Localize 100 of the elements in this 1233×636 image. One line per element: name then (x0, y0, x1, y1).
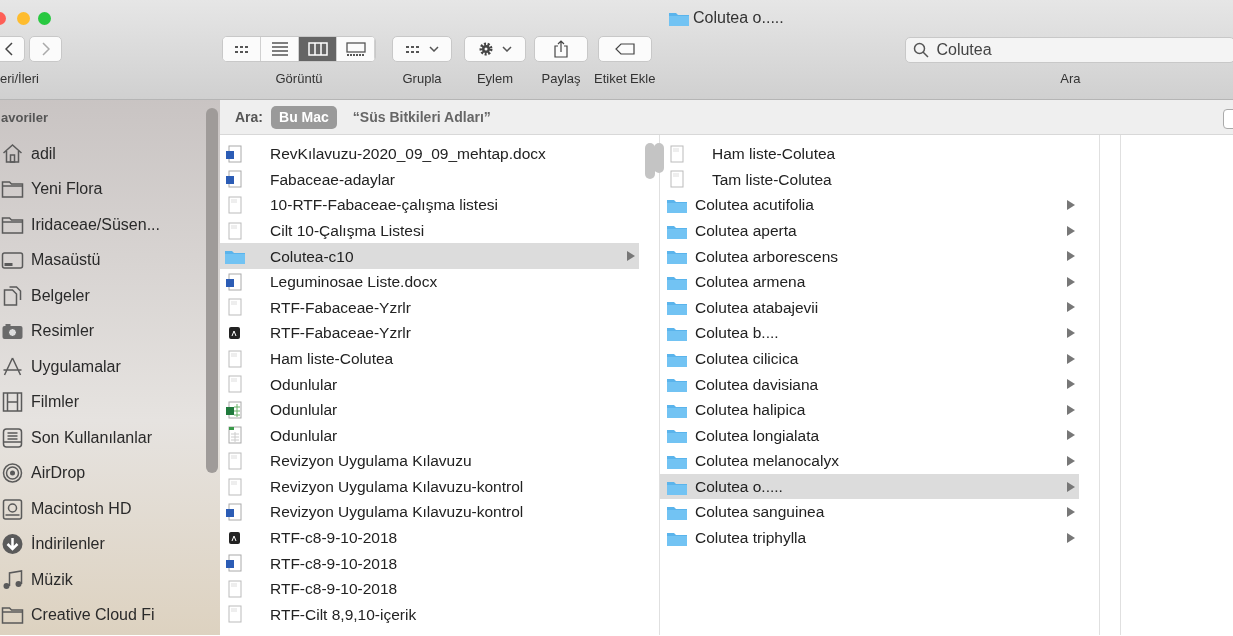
file-name: Colutea armena (695, 272, 806, 293)
file-row[interactable]: RevKılavuzu-2020_09_09_mehtap.docx (220, 141, 639, 167)
file-row[interactable]: RTF-c8-9-10-2018 (220, 524, 639, 551)
document-icon (667, 144, 687, 163)
zoom-button[interactable] (38, 11, 51, 25)
file-row[interactable]: Revizyon Uygulama Kılavuzu (220, 448, 639, 474)
file-row[interactable]: Odunlular (220, 396, 639, 423)
sidebar-item[interactable]: Masaüstü (31, 248, 101, 273)
grid-view-icon (233, 44, 250, 54)
sidebar-item[interactable]: Filmler (31, 390, 79, 415)
disclosure-arrow-icon (1067, 225, 1075, 236)
sidebar-item[interactable]: adil (31, 141, 56, 166)
file-name: Ham liste-Colutea (270, 348, 394, 369)
sidebar-item[interactable]: Yeni Flora (31, 177, 103, 202)
sidebar-item[interactable]: AirDrop (31, 461, 86, 486)
file-row[interactable]: Cilt 10-Çalışma Listesi (220, 217, 639, 244)
list-view-icon (270, 42, 289, 56)
document-icon (225, 579, 245, 598)
file-row[interactable]: Colutea aperta (660, 217, 1079, 244)
file-row[interactable]: Colutea b.... (660, 320, 1079, 346)
file-row[interactable]: RTF-c8-9-10-2018 (220, 576, 639, 602)
file-row[interactable]: Odunlular (220, 422, 639, 449)
apps-icon (1, 355, 24, 378)
sidebar-item[interactable]: Creative Cloud Fi (31, 603, 155, 628)
file-row[interactable]: Colutea cilicica (660, 345, 1079, 372)
scrollbar-thumb[interactable] (654, 143, 664, 173)
sidebar-item[interactable]: Müzik (31, 567, 73, 592)
file-row[interactable]: Colutea-c10 (220, 243, 639, 269)
file-row[interactable]: 10-RTF-Fabaceae-çalışma listesi (220, 192, 639, 218)
file-row[interactable]: Colutea longialata (660, 422, 1079, 449)
gallery-view-icon (345, 42, 366, 56)
file-row[interactable]: Ham liste-Colutea (660, 141, 1079, 167)
file-row[interactable]: Revizyon Uygulama Kılavuzu-kontrol (220, 473, 639, 500)
forward-button[interactable] (29, 36, 62, 62)
toolbar-label: Eylem (476, 70, 514, 88)
tag-button[interactable] (597, 36, 652, 62)
file-name: Colutea sanguinea (695, 502, 825, 523)
file-name: Odunlular (270, 374, 338, 395)
file-name: Colutea acutifolia (695, 195, 814, 216)
disclosure-arrow-icon (1067, 481, 1075, 492)
toolbar-label: Etiket Ekle (594, 70, 656, 88)
file-row[interactable]: Colutea davisiana (660, 371, 1079, 397)
group-button[interactable] (392, 36, 452, 62)
disclosure-arrow-icon (1067, 327, 1075, 338)
file-row[interactable]: Colutea melanocalyx (660, 448, 1079, 474)
file-row[interactable]: RTF-Fabaceae-Yzrlr (220, 320, 639, 346)
file-row[interactable]: Odunlular (220, 371, 639, 397)
view-mode-button[interactable] (223, 37, 261, 61)
file-row[interactable]: RTF-Fabaceae-Yzrlr (220, 294, 639, 321)
disclosure-arrow-icon (1067, 455, 1075, 466)
file-name: Colutea aperta (695, 220, 797, 241)
file-row[interactable]: Colutea sanguinea (660, 499, 1079, 525)
file-name: Colutea o..... (695, 476, 783, 497)
file-row[interactable]: Ham liste-Colutea (220, 345, 639, 372)
file-name: RevKılavuzu-2020_09_09_mehtap.docx (270, 144, 546, 165)
file-name: Colutea atabajevii (695, 297, 819, 318)
tray-icon (1, 426, 24, 449)
file-name: Odunlular (270, 400, 338, 421)
sidebar-item[interactable]: Resimler (31, 319, 95, 344)
file-row[interactable]: Fabaceae-adaylar (220, 166, 639, 193)
share-button[interactable] (534, 36, 588, 62)
view-mode-button[interactable] (299, 37, 337, 61)
sidebar-item[interactable]: Belgeler (31, 283, 90, 308)
window-title: Colutea o..... (693, 8, 784, 28)
disclosure-arrow-icon (1067, 532, 1075, 543)
sidebar-item[interactable]: Macintosh HD (31, 496, 132, 521)
file-row[interactable]: Colutea triphylla (660, 524, 1079, 551)
back-button[interactable] (0, 36, 25, 62)
file-row[interactable]: Leguminosae Liste.docx (220, 268, 639, 295)
word-document-icon (225, 144, 245, 163)
scrollbar-thumb[interactable] (645, 143, 655, 179)
file-row[interactable]: Colutea atabajevii (660, 294, 1079, 321)
file-row[interactable]: Colutea armena (660, 268, 1079, 295)
sidebar-item[interactable]: Uygulamalar (31, 354, 121, 379)
search-field[interactable]: Colutea (905, 37, 1233, 63)
file-row[interactable]: Colutea arborescens (660, 243, 1079, 269)
action-button[interactable] (464, 36, 526, 62)
document-icon (225, 605, 245, 624)
file-name: Tam liste-Colutea (712, 169, 832, 190)
file-row[interactable]: Revizyon Uygulama Kılavuzu-kontrol (220, 499, 639, 525)
disclosure-arrow-icon (1067, 251, 1075, 262)
file-row[interactable]: Tam liste-Colutea (660, 166, 1079, 193)
sidebar-item[interactable]: Son Kullanılanlar (31, 425, 152, 450)
document-icon (225, 298, 245, 317)
desktop-icon (1, 249, 24, 272)
scope-label: Ara: (235, 107, 263, 127)
file-row[interactable]: Colutea acutifolia (660, 192, 1079, 218)
toolbar-label: Paylaş (541, 70, 581, 88)
chevron-right-icon (41, 42, 50, 56)
sidebar-item[interactable]: İndirilenler (31, 532, 105, 557)
scope-toggle[interactable]: “Süs Bitkileri Adları” (344, 105, 499, 129)
film-icon (1, 391, 24, 414)
sidebar-item[interactable]: Iridaceae/Süsen... (31, 212, 160, 237)
file-row[interactable]: RTF-c8-9-10-2018 (220, 550, 639, 577)
scrollbar-thumb[interactable] (206, 108, 218, 473)
file-row[interactable]: Colutea o..... (660, 473, 1079, 500)
word-document-icon (225, 170, 245, 189)
file-row[interactable]: RTF-Cilt 8,9,10-içerik (220, 601, 639, 628)
file-name: RTF-c8-9-10-2018 (270, 579, 398, 600)
file-row[interactable]: Colutea halipica (660, 396, 1079, 423)
